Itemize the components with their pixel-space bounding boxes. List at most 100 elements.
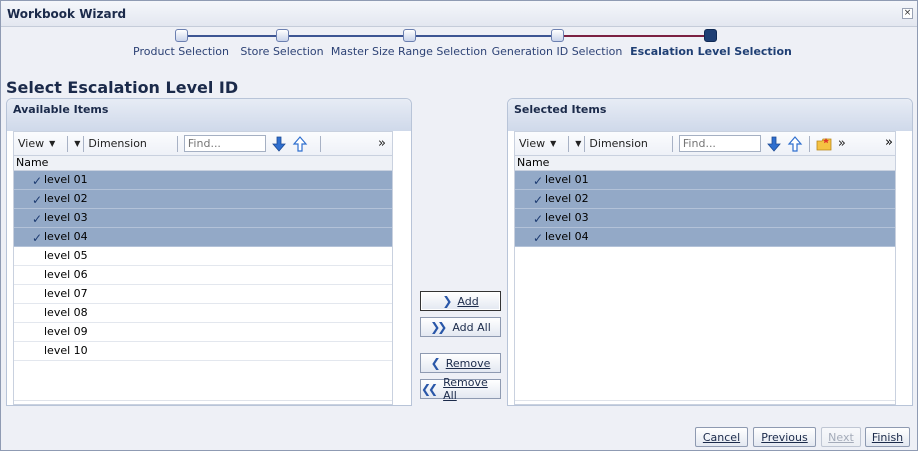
move-down-icon[interactable] xyxy=(766,136,782,152)
table-row[interactable]: level 08 xyxy=(14,304,392,323)
train-stop-master-size[interactable] xyxy=(403,29,416,42)
previous-button[interactable]: Previous xyxy=(753,427,816,447)
checkmark-icon: ✓ xyxy=(32,212,43,226)
train-stop-product[interactable] xyxy=(175,29,188,42)
move-up-icon[interactable] xyxy=(292,135,308,152)
page-title: Select Escalation Level ID xyxy=(6,78,239,97)
toolbar-divider xyxy=(671,135,673,152)
table-row[interactable]: level 05 xyxy=(14,247,392,266)
train-label-product[interactable]: Product Selection xyxy=(133,45,229,58)
row-label: level 06 xyxy=(44,268,88,281)
row-label: level 07 xyxy=(44,287,88,300)
remove-all-button[interactable]: ❮❮ Remove All xyxy=(420,376,501,402)
dimension-menu[interactable]: ▼ Dimension xyxy=(74,135,147,152)
train-stop-generation-id[interactable] xyxy=(551,29,564,42)
table-row[interactable]: ✓ level 01 xyxy=(14,171,392,190)
remove-button[interactable]: ❮ Remove xyxy=(420,353,501,373)
find-input[interactable] xyxy=(678,135,761,152)
panel-header: Selected Items xyxy=(508,99,912,131)
chevron-down-icon: ▼ xyxy=(49,139,56,148)
table-row[interactable]: ✓ level 03 xyxy=(515,209,895,228)
table-row[interactable]: level 10 xyxy=(14,342,392,361)
double-chevron-right-icon: ❯❯ xyxy=(430,320,447,334)
close-button[interactable]: × xyxy=(902,8,913,19)
train-label-generation-id[interactable]: Generation ID Selection xyxy=(492,45,623,58)
selected-toolbar: View ▼ ▼ Dimension Find... » xyxy=(514,131,896,155)
find-input[interactable] xyxy=(183,135,266,152)
row-label: level 09 xyxy=(44,325,88,338)
double-chevron-left-icon: ❮❮ xyxy=(421,382,438,396)
table-row[interactable]: level 06 xyxy=(14,266,392,285)
toolbar-divider xyxy=(584,135,586,152)
table-row[interactable]: level 09 xyxy=(14,323,392,342)
cancel-button[interactable]: Cancel xyxy=(695,427,748,447)
folder-star-icon[interactable] xyxy=(816,137,832,151)
row-label: level 01 xyxy=(44,173,88,186)
table-row[interactable]: ✓ level 04 xyxy=(515,228,895,247)
overflow-icon[interactable]: » xyxy=(838,136,846,151)
row-label: level 04 xyxy=(545,230,589,243)
checkmark-icon: ✓ xyxy=(533,212,544,226)
next-button: Next xyxy=(821,427,861,447)
row-label: level 05 xyxy=(44,249,88,262)
checkmark-icon: ✓ xyxy=(32,193,43,207)
add-label: Add xyxy=(457,294,479,308)
view-menu[interactable]: View ▼ xyxy=(519,137,556,150)
table-row[interactable]: level 07 xyxy=(14,285,392,304)
checkmark-icon: ✓ xyxy=(533,231,544,245)
chevron-right-icon: ❯ xyxy=(442,294,452,308)
selected-items-panel: Selected Items View ▼ ▼ Dimension Find..… xyxy=(507,98,913,406)
train-stop-escalation-level xyxy=(704,29,717,42)
finish-button[interactable]: Finish xyxy=(865,427,910,447)
available-items-panel: Available Items View ▼ ▼ Dimension Find.… xyxy=(6,98,412,406)
cancel-label: Cancel xyxy=(702,430,741,444)
selected-items-table: Name ✓ level 01 ✓ level 02 ✓ level 03 ✓ level 0… xyxy=(514,155,896,405)
add-button[interactable]: ❯ Add xyxy=(420,291,501,311)
table-row[interactable]: ✓ level 02 xyxy=(14,190,392,209)
row-label: level 02 xyxy=(545,192,589,205)
train-stop-store[interactable] xyxy=(276,29,289,42)
row-label: level 03 xyxy=(44,211,88,224)
checkmark-icon: ✓ xyxy=(32,174,43,188)
table-row[interactable]: ✓ level 03 xyxy=(14,209,392,228)
overflow-icon[interactable]: » xyxy=(885,135,893,150)
train-connector xyxy=(409,35,557,37)
train-connector xyxy=(281,35,409,37)
chevron-left-icon: ❮ xyxy=(430,356,441,370)
table-row[interactable]: ✓ level 04 xyxy=(14,228,392,247)
wizard-train: Product Selection Store Selection Master… xyxy=(1,27,917,67)
table-row[interactable]: ✓ level 01 xyxy=(515,171,895,190)
add-all-button[interactable]: ❯❯ Add All xyxy=(420,317,501,337)
column-header-name[interactable]: Name xyxy=(515,156,895,171)
column-header-name[interactable]: Name xyxy=(14,156,392,171)
overflow-icon[interactable]: » xyxy=(378,136,386,151)
view-menu[interactable]: View ▼ xyxy=(18,137,55,150)
checkmark-icon: ✓ xyxy=(533,174,544,188)
train-label-escalation-level: Escalation Level Selection xyxy=(630,45,792,58)
horizontal-scrollbar[interactable] xyxy=(515,400,895,404)
dimension-menu[interactable]: ▼ Dimension xyxy=(575,135,648,152)
chevron-down-icon: ▼ xyxy=(550,139,557,148)
move-up-icon[interactable] xyxy=(787,135,803,152)
chevron-down-icon: ▼ xyxy=(575,139,582,148)
train-label-master-size[interactable]: Master Size Range Selection xyxy=(331,45,487,58)
chevron-down-icon: ▼ xyxy=(74,139,81,148)
available-items-table: Name ✓ level 01 ✓ level 02 ✓ level 03 ✓ level 0… xyxy=(13,155,393,405)
panel-body: View ▼ ▼ Dimension Find... » Name ✓ leve… xyxy=(514,131,896,405)
row-label: level 02 xyxy=(44,192,88,205)
row-label: level 04 xyxy=(44,230,88,243)
checkmark-icon: ✓ xyxy=(32,231,43,245)
train-label-store[interactable]: Store Selection xyxy=(240,45,323,58)
row-label: level 01 xyxy=(545,173,589,186)
toolbar-divider xyxy=(67,135,69,152)
horizontal-scrollbar[interactable] xyxy=(14,400,392,404)
panel-body: View ▼ ▼ Dimension » xyxy=(13,131,393,405)
row-label: level 08 xyxy=(44,306,88,319)
remove-all-label: Remove All xyxy=(443,376,488,402)
table-row[interactable]: ✓ level 02 xyxy=(515,190,895,209)
view-label: View xyxy=(519,137,546,150)
finish-label: Finish xyxy=(871,430,904,444)
panel-header: Available Items xyxy=(7,99,411,131)
move-down-icon[interactable] xyxy=(271,136,287,152)
dimension-label: Dimension xyxy=(88,137,147,150)
